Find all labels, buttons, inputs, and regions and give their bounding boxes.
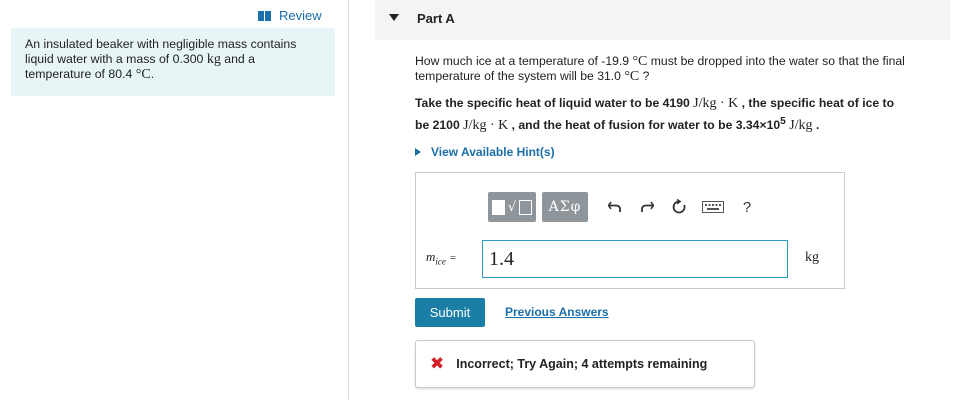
feedback-message: ✖ Incorrect; Try Again; 4 attempts remai…	[415, 340, 755, 388]
redo-icon[interactable]	[636, 192, 658, 222]
previous-answers-link[interactable]: Previous Answers	[505, 305, 609, 319]
keyboard-icon[interactable]	[702, 192, 724, 222]
x-icon: ✖	[430, 354, 445, 374]
submit-button[interactable]: Submit	[415, 298, 485, 327]
sqrt-icon: √	[507, 199, 517, 215]
view-hints-label: View Available Hint(s)	[431, 145, 555, 159]
problem-line-2: liquid water with a mass of 0.300 kg and…	[25, 52, 256, 67]
part-header[interactable]: Part A	[375, 0, 950, 40]
problem-line-3: temperature of 80.4 °C.	[25, 67, 155, 82]
panel-divider	[348, 0, 349, 400]
answer-input[interactable]	[482, 240, 788, 278]
review-label: Review	[279, 8, 322, 23]
undo-icon[interactable]	[604, 192, 626, 222]
templates-button[interactable]: √	[488, 192, 536, 222]
math-toolbar: √ ΑΣφ ?	[488, 190, 758, 224]
caret-down-icon[interactable]	[389, 14, 399, 21]
template-box-icon	[519, 199, 532, 215]
instructions-text: Take the specific heat of liquid water t…	[415, 96, 895, 134]
feedback-text: Incorrect; Try Again; 4 attempts remaini…	[456, 357, 708, 371]
reset-icon[interactable]	[668, 192, 690, 222]
answer-variable-label: mice =	[426, 249, 457, 267]
problem-statement: An insulated beaker with negligible mass…	[11, 28, 335, 96]
problem-line-1: An insulated beaker with negligible mass…	[25, 37, 297, 51]
caret-right-icon	[415, 148, 421, 156]
template-box-icon	[492, 199, 505, 215]
part-title: Part A	[417, 11, 455, 26]
view-hints-link[interactable]: View Available Hint(s)	[415, 145, 555, 159]
help-icon[interactable]: ?	[736, 192, 758, 222]
book-icon	[258, 10, 272, 21]
symbols-button[interactable]: ΑΣφ	[542, 192, 588, 222]
question-text: How much ice at a temperature of -19.9 °…	[415, 54, 905, 84]
answer-box: √ ΑΣφ ? mice= kg	[415, 172, 845, 289]
review-link[interactable]: Review	[258, 8, 322, 23]
answer-unit: kg	[805, 250, 819, 265]
